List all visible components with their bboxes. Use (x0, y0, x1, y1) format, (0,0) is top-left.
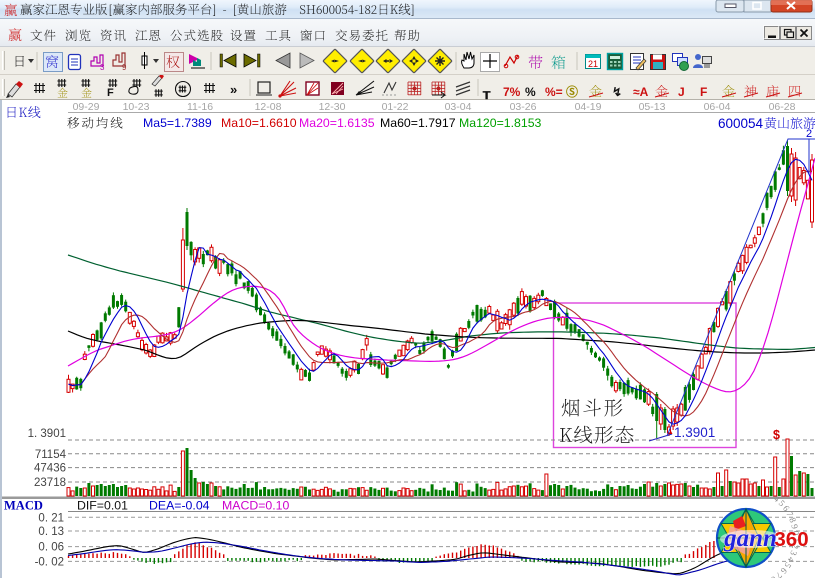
svg-text:»: » (230, 82, 237, 97)
svg-text:≈A: ≈A (633, 85, 649, 99)
svg-text:05-13: 05-13 (639, 101, 666, 113)
svg-text:DIF=0.01: DIF=0.01 (77, 499, 128, 513)
svg-text:%: % (525, 85, 536, 99)
svg-text:3: 3 (100, 63, 105, 72)
svg-text:09-29: 09-29 (73, 101, 100, 113)
svg-text:9: 9 (122, 63, 127, 72)
svg-text:$: $ (773, 428, 780, 442)
svg-text:12-30: 12-30 (319, 101, 346, 113)
svg-text:F: F (700, 85, 707, 99)
svg-text:360: 360 (774, 528, 808, 551)
svg-text:71154: 71154 (35, 449, 67, 461)
svg-text:06-28: 06-28 (769, 101, 796, 113)
svg-text:J: J (678, 85, 685, 99)
svg-text:2: 2 (806, 128, 812, 140)
svg-text:0. 06: 0. 06 (38, 542, 64, 554)
svg-text:Ma120=1.8153: Ma120=1.8153 (459, 116, 542, 130)
svg-text:03-04: 03-04 (445, 101, 472, 113)
svg-text:Ma60=1.7917: Ma60=1.7917 (380, 116, 456, 130)
svg-text:MACD=0.10: MACD=0.10 (222, 499, 289, 513)
svg-text:47436: 47436 (34, 463, 66, 475)
svg-text:Ⓢ: Ⓢ (566, 84, 578, 99)
svg-text:23718: 23718 (34, 477, 66, 489)
svg-text:0. 13: 0. 13 (38, 526, 64, 538)
svg-text:Ma5=1.7389: Ma5=1.7389 (143, 116, 212, 130)
svg-text:F: F (107, 87, 114, 99)
svg-text:01-22: 01-22 (382, 101, 409, 113)
svg-text:DEA=-0.04: DEA=-0.04 (149, 499, 210, 513)
svg-text:0. 21: 0. 21 (38, 512, 64, 524)
svg-text:10-23: 10-23 (123, 101, 150, 113)
svg-text:gann: gann (723, 525, 777, 552)
svg-text:12-08: 12-08 (255, 101, 282, 113)
svg-text:600054: 600054 (718, 116, 764, 131)
svg-text:MACD: MACD (4, 499, 43, 513)
svg-text:Ma20=1.6135: Ma20=1.6135 (299, 116, 375, 130)
svg-text:11-16: 11-16 (187, 101, 213, 113)
svg-text:┰: ┰ (482, 85, 491, 100)
svg-text:21: 21 (588, 59, 598, 69)
svg-text:%=: %= (545, 85, 563, 99)
svg-text:1. 3901: 1. 3901 (28, 428, 66, 440)
svg-text:↯: ↯ (612, 85, 622, 99)
svg-text:Ma10=1.6610: Ma10=1.6610 (221, 116, 297, 130)
svg-text:1.3901: 1.3901 (674, 425, 715, 440)
svg-text:03-26: 03-26 (510, 101, 537, 113)
svg-text:04-19: 04-19 (575, 101, 602, 113)
svg-text:06-04: 06-04 (704, 101, 731, 113)
svg-text:7%: 7% (503, 85, 521, 99)
svg-text:-0. 02: -0. 02 (35, 556, 64, 568)
